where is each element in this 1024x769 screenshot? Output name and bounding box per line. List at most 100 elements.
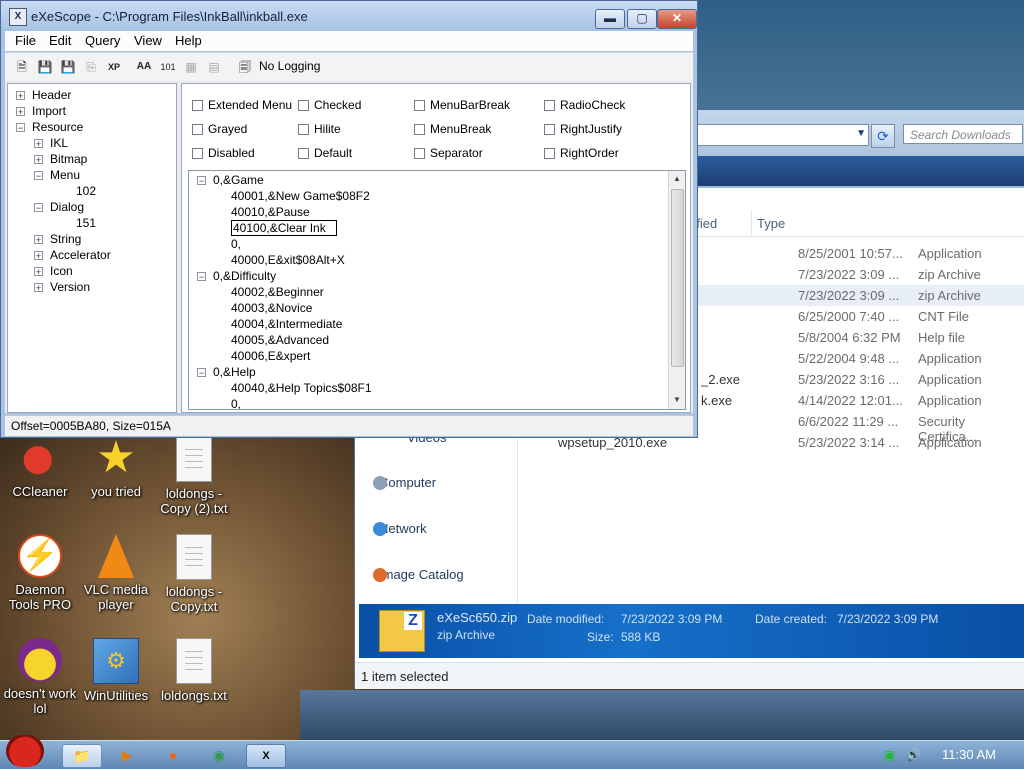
binary-view-icon[interactable]: 101 [159, 58, 177, 76]
menu-item-node[interactable]: 40040,&Help Topics$08F1 [231, 381, 372, 395]
tree-node[interactable]: 102 [50, 184, 96, 198]
expand-icon[interactable]: + [34, 155, 43, 165]
taskbar-explorer-button[interactable]: 📁 [62, 744, 102, 768]
tree-node[interactable]: + Header [16, 88, 71, 102]
menu-item-node[interactable]: 40010,&Pause [231, 205, 310, 219]
flag-disabled[interactable]: Disabled [192, 146, 255, 160]
volume-icon[interactable]: 🔊 [906, 748, 921, 762]
tree-node[interactable]: 151 [50, 216, 96, 230]
desktop-icon-you-tried[interactable]: ★ you tried [76, 436, 156, 500]
flag-radiocheck[interactable]: RadioCheck [544, 98, 625, 112]
desktop-icon-ccleaner[interactable]: CCleaner [0, 436, 80, 499]
checkbox[interactable] [192, 148, 203, 159]
collapse-icon[interactable]: − [34, 171, 43, 181]
taskbar-media-button[interactable]: ▶ [108, 744, 146, 766]
menu-item-node[interactable]: 40000,E&xit$08Alt+X [231, 253, 345, 267]
expand-icon[interactable]: + [16, 91, 25, 101]
desktop-icon-vlc[interactable]: VLC media player [76, 534, 156, 612]
menu-item-node[interactable]: 0, [231, 237, 241, 251]
menu-file[interactable]: File [15, 33, 36, 48]
menu-help[interactable]: Help [175, 33, 202, 48]
app-icon[interactable]: X [9, 8, 27, 26]
menu-item-node[interactable]: 40003,&Novice [231, 301, 312, 315]
xp-style-icon[interactable]: XP [105, 58, 123, 76]
logging-icon[interactable]: 🗐 [236, 58, 254, 76]
tree-node[interactable]: + Accelerator [34, 248, 111, 262]
network-tray-icon[interactable]: ▣ [884, 748, 895, 762]
flag-menubarbreak[interactable]: MenuBarBreak [414, 98, 510, 112]
collapse-icon[interactable]: − [16, 123, 25, 133]
checkbox[interactable] [298, 100, 309, 111]
checkbox[interactable] [544, 148, 555, 159]
address-bar[interactable]: ▼ [697, 124, 869, 146]
expand-icon[interactable]: + [34, 251, 43, 261]
close-button[interactable]: ✕ [657, 9, 697, 29]
checkbox[interactable] [298, 148, 309, 159]
menu-item-node[interactable]: 0, [231, 397, 241, 409]
desktop-icon-loldongs-copy-2[interactable]: loldongs - Copy (2).txt [154, 436, 234, 516]
vertical-scrollbar[interactable]: ▲ ▼ [668, 171, 685, 409]
maximize-button[interactable]: ▢ [627, 9, 657, 29]
collapse-icon[interactable]: − [34, 203, 43, 213]
tree-node[interactable]: + IKL [34, 136, 68, 150]
taskbar-exescope-button[interactable]: X [246, 744, 286, 768]
flag-extended-menu[interactable]: Extended Menu [192, 98, 292, 112]
tree-node[interactable]: + String [34, 232, 81, 246]
start-button[interactable] [2, 731, 48, 769]
scroll-thumb[interactable] [671, 189, 684, 367]
checkbox[interactable] [298, 124, 309, 135]
nav-item-network[interactable]: Network [373, 521, 427, 536]
tree-node[interactable]: − Menu [34, 168, 80, 182]
desktop-icon-daemon-tools[interactable]: ⚡ Daemon Tools PRO [0, 534, 80, 612]
expand-icon[interactable]: + [34, 283, 43, 293]
menu-view[interactable]: View [134, 33, 162, 48]
save-icon[interactable]: 💾 [36, 58, 54, 76]
taskbar-chrome-button[interactable]: ◉ [200, 744, 238, 766]
flag-checked[interactable]: Checked [298, 98, 361, 112]
menu-item-node[interactable]: 40006,E&xpert [231, 349, 310, 363]
tree-node[interactable]: + Icon [34, 264, 73, 278]
expand-icon[interactable]: + [34, 139, 43, 149]
menu-item-node[interactable]: 40100,&Clear Ink [231, 220, 337, 236]
checkbox[interactable] [544, 100, 555, 111]
desktop-icon-winutilities[interactable]: ⚙ WinUtilities [76, 638, 156, 703]
flag-rightorder[interactable]: RightOrder [544, 146, 619, 160]
tree-node[interactable]: − Resource [16, 120, 83, 134]
nav-item-computer[interactable]: Computer [373, 475, 436, 490]
flag-menubreak[interactable]: MenuBreak [414, 122, 491, 136]
menu-popup-node[interactable]: −0,&Difficulty [197, 269, 276, 283]
taskbar-clock[interactable]: 11:30 AM [942, 747, 996, 762]
checkbox[interactable] [544, 124, 555, 135]
collapse-icon[interactable]: − [197, 272, 206, 282]
menu-item-node[interactable]: 40002,&Beginner [231, 285, 324, 299]
desktop-icon-yahoo-messenger[interactable]: doesn't work lol [0, 638, 80, 716]
refresh-button[interactable]: ⟳ [871, 124, 895, 148]
flag-separator[interactable]: Separator [414, 146, 483, 160]
chevron-down-icon[interactable]: ▼ [856, 128, 866, 139]
new-file-icon[interactable]: 🗎 [13, 58, 31, 76]
inline-edit-field[interactable]: 40100,&Clear Ink [231, 220, 337, 236]
menu-popup-node[interactable]: −0,&Help [197, 365, 256, 379]
new-folder-button[interactable]: w folder [705, 186, 747, 200]
expand-icon[interactable]: + [34, 235, 43, 245]
minimize-button[interactable]: ▬ [595, 9, 625, 29]
tree-node[interactable]: + Version [34, 280, 90, 294]
taskbar-firefox-button[interactable]: ● [154, 744, 192, 766]
menu-query[interactable]: Query [85, 33, 120, 48]
flag-hilite[interactable]: Hilite [298, 122, 341, 136]
collapse-icon[interactable]: − [197, 368, 206, 378]
collapse-icon[interactable]: − [197, 176, 206, 186]
desktop-icon-loldongs-copy[interactable]: loldongs - Copy.txt [154, 534, 234, 614]
nav-item-image-catalog[interactable]: Image Catalog [373, 567, 464, 582]
flag-rightjustify[interactable]: RightJustify [544, 122, 622, 136]
menu-item-node[interactable]: 40005,&Advanced [231, 333, 329, 347]
menu-edit[interactable]: Edit [49, 33, 71, 48]
menu-popup-node[interactable]: −0,&Game [197, 173, 264, 187]
tree-node[interactable]: + Import [16, 104, 66, 118]
tree-node[interactable]: + Bitmap [34, 152, 87, 166]
column-separator[interactable] [751, 210, 752, 236]
expand-icon[interactable]: + [34, 267, 43, 277]
search-input[interactable]: Search Downloads [903, 124, 1023, 144]
scroll-up-icon[interactable]: ▲ [671, 174, 683, 183]
expand-icon[interactable]: + [16, 107, 25, 117]
